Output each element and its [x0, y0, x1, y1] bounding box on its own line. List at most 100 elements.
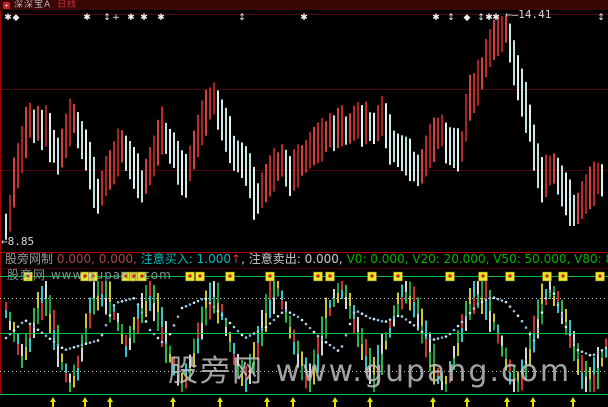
- ma-dot: [593, 354, 596, 357]
- osc-bar: [213, 297, 215, 313]
- ma-dot: [341, 345, 344, 348]
- osc-bar: [125, 346, 127, 357]
- osc-bar: [421, 326, 423, 344]
- osc-bar: [161, 307, 163, 327]
- ma-dot: [357, 310, 360, 313]
- ma-dot: [569, 333, 572, 336]
- candle: [17, 143, 19, 188]
- up-arrow-icon: [464, 397, 470, 402]
- candle: [477, 60, 479, 106]
- ma-dot: [393, 317, 396, 320]
- candle: [353, 106, 355, 141]
- candle: [97, 179, 99, 214]
- up-arrow-icon: [109, 402, 111, 407]
- ma-dot: [317, 335, 320, 338]
- ma-dot: [53, 340, 56, 343]
- osc-bar: [545, 289, 547, 297]
- osc-bar: [593, 375, 595, 393]
- asterisk-mark-icon: ✱: [140, 13, 148, 23]
- candle: [373, 113, 375, 144]
- osc-bar: [413, 302, 415, 318]
- osc-bar: [69, 383, 71, 392]
- candle: [501, 16, 503, 52]
- osc-bar: [37, 308, 39, 324]
- osc-bar: [41, 303, 43, 320]
- ma-dot: [397, 315, 400, 318]
- period-label[interactable]: 日线: [57, 0, 77, 10]
- ma-dot: [293, 314, 296, 317]
- osc-bar: [325, 318, 327, 339]
- ma-dot: [257, 330, 260, 333]
- candle: [345, 116, 347, 144]
- osc-bar: [589, 367, 591, 380]
- buy-signal-dot: [329, 275, 332, 278]
- candle: [37, 106, 39, 141]
- candle: [105, 156, 107, 196]
- up-arrow-icon: [432, 402, 434, 407]
- osc-bar: [217, 283, 219, 304]
- osc-bar: [57, 325, 59, 346]
- ma-dot: [453, 329, 456, 332]
- asterisk-mark-icon: ✱: [83, 13, 91, 23]
- ma-dot: [25, 319, 28, 322]
- osc-bar: [537, 300, 539, 320]
- candle: [201, 100, 203, 145]
- osc-bar: [409, 296, 411, 311]
- ma-dot: [457, 325, 460, 328]
- up-arrow-icon: [52, 402, 54, 407]
- osc-bar: [593, 357, 595, 375]
- ma-dot: [329, 344, 332, 347]
- osc-bar: [161, 327, 163, 347]
- osc-bar: [41, 286, 43, 303]
- osc-bar: [589, 380, 591, 393]
- ma-dot: [573, 341, 576, 344]
- ma-dot: [193, 301, 196, 304]
- candle: [45, 105, 47, 146]
- candle: [361, 105, 363, 147]
- candle: [405, 137, 407, 176]
- ma-dot: [485, 299, 488, 302]
- candle: [61, 129, 63, 168]
- watermark-small: 股旁网 www.gupang.com: [7, 268, 172, 282]
- osc-bar: [481, 298, 483, 315]
- ma-dot: [473, 307, 476, 310]
- app-icon[interactable]: [3, 2, 10, 9]
- ma-dot: [517, 314, 520, 317]
- ma-dot: [253, 332, 256, 335]
- asterisk-mark-icon: ✱: [432, 13, 440, 23]
- osc-bar: [345, 285, 347, 297]
- ma-dot: [137, 303, 140, 306]
- osc-bar: [109, 302, 111, 323]
- ma-dot: [437, 337, 440, 340]
- candle: [9, 195, 11, 232]
- candle: [209, 87, 211, 119]
- ma-dot: [377, 319, 380, 322]
- indicator-status-bar: 股旁网制 0.000, 0.000, 注意买入: 1.000↑, 注意卖出: 0…: [5, 252, 608, 267]
- osc-bar: [25, 334, 27, 347]
- ma-dot: [385, 320, 388, 323]
- ma-dot: [417, 327, 420, 330]
- candle: [309, 132, 311, 169]
- up-arrow-icon: [506, 402, 508, 407]
- ma-dot: [441, 336, 444, 339]
- candle: [253, 167, 255, 220]
- osc-bar: [5, 302, 7, 310]
- osc-bar: [257, 326, 259, 343]
- osc-bar: [401, 297, 403, 310]
- ma-dot: [373, 318, 376, 321]
- main-chart-canvas[interactable]: ✱◆✱↕+✱✱✱↕✱✱↕◆↕✱✱↕: [0, 0, 608, 407]
- osc-bar: [409, 282, 411, 297]
- status-segment-v80-value: V80: 80.0: [574, 252, 608, 266]
- peak-price-label: ←—14.41: [505, 9, 551, 21]
- ma-dot: [585, 352, 588, 355]
- up-arrow-icon: [84, 402, 86, 407]
- candle: [305, 140, 307, 172]
- ma-dot: [365, 315, 368, 318]
- osc-bar: [337, 283, 339, 293]
- osc-bar: [93, 298, 95, 315]
- osc-bar: [201, 307, 203, 324]
- candle: [401, 135, 403, 171]
- candle: [357, 102, 359, 139]
- osc-bar: [165, 321, 167, 342]
- candle: [593, 162, 595, 206]
